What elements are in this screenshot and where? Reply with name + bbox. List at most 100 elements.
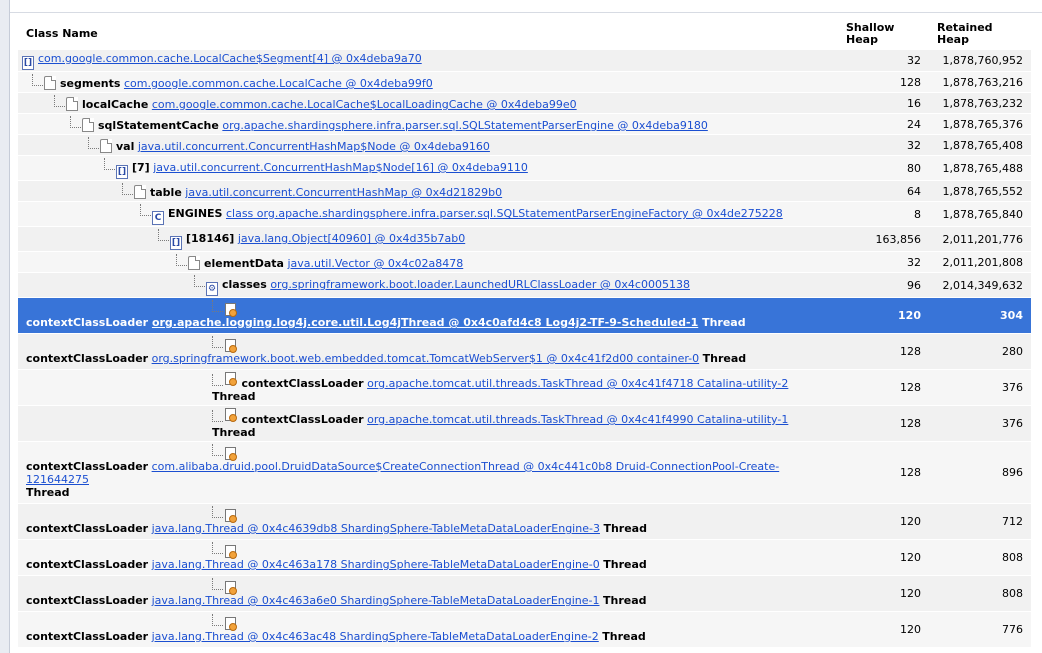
shallow-heap-cell: 64 xyxy=(838,181,929,201)
retained-heap-cell: 1,878,760,952 xyxy=(929,50,1031,71)
object-link[interactable]: org.apache.tomcat.util.threads.TaskThrea… xyxy=(367,413,788,426)
field-name: contextClassLoader xyxy=(26,594,149,607)
table-header-row: Class Name Shallow Heap Retained Heap xyxy=(18,19,1031,49)
tree-connector xyxy=(212,300,223,312)
object-link[interactable]: com.google.common.cache.LocalCache @ 0x4… xyxy=(124,77,433,90)
tree-connector xyxy=(70,116,81,128)
class-name-cell: ⚙ classes org.springframework.boot.loader… xyxy=(18,273,838,297)
retained-heap-cell: 376 xyxy=(929,370,1031,405)
object-link[interactable]: org.apache.shardingsphere.infra.parser.s… xyxy=(222,119,707,132)
table-row[interactable]: [] [18146] java.lang.Object[40960] @ 0x4d… xyxy=(18,227,1031,251)
table-row[interactable]: contextClassLoader java.lang.Thread @ 0x… xyxy=(18,612,1031,647)
column-header-class-name[interactable]: Class Name xyxy=(18,19,838,49)
class-name-cell: [] com.google.common.cache.LocalCache$Seg… xyxy=(18,50,838,71)
table-row[interactable]: contextClassLoader com.alibaba.druid.poo… xyxy=(18,442,1031,503)
thread-tag: Thread xyxy=(26,486,70,499)
class-name-cell: localCache com.google.common.cache.Local… xyxy=(18,93,838,113)
tree-connector xyxy=(194,275,205,287)
thread-tag: Thread xyxy=(702,316,746,329)
field-name: [7] xyxy=(132,161,150,174)
table-row[interactable]: contextClassLoader org.apache.tomcat.uti… xyxy=(18,406,1031,441)
class-name-cell: elementData java.util.Vector @ 0x4c02a84… xyxy=(18,252,838,272)
class-name-cell: sqlStatementCache org.apache.shardingsph… xyxy=(18,114,838,134)
field-name: contextClassLoader xyxy=(241,377,364,390)
object-link[interactable]: java.lang.Object[40960] @ 0x4d35b7ab0 xyxy=(238,232,465,245)
table-row[interactable]: contextClassLoader org.apache.tomcat.uti… xyxy=(18,370,1031,405)
column-header-shallow-heap[interactable]: Shallow Heap xyxy=(838,19,929,49)
class-name-cell: contextClassLoader java.lang.Thread @ 0x… xyxy=(18,612,838,647)
field-name: contextClassLoader xyxy=(26,460,149,473)
tree-connector xyxy=(88,137,99,149)
table-row[interactable]: contextClassLoader java.lang.Thread @ 0x… xyxy=(18,540,1031,575)
object-link[interactable]: java.lang.Thread @ 0x4c463ac48 ShardingS… xyxy=(152,630,599,643)
class-name-cell: contextClassLoader java.lang.Thread @ 0x… xyxy=(18,504,838,539)
shallow-heap-cell: 128 xyxy=(838,406,929,441)
table-row[interactable]: contextClassLoader java.lang.Thread @ 0x… xyxy=(18,504,1031,539)
thread-icon xyxy=(224,372,238,387)
class-name-cell: segments com.google.common.cache.LocalCa… xyxy=(18,72,838,92)
field-name: val xyxy=(116,140,135,153)
thread-tag: Thread xyxy=(602,630,646,643)
table-row-selected[interactable]: contextClassLoader org.apache.logging.lo… xyxy=(18,298,1031,333)
table-row[interactable]: contextClassLoader java.lang.Thread @ 0x… xyxy=(18,576,1031,611)
object-link[interactable]: java.lang.Thread @ 0x4c463a6e0 ShardingS… xyxy=(152,594,600,607)
shallow-heap-cell: 32 xyxy=(838,252,929,272)
class-name-cell: C ENGINES class org.apache.shardingsphere… xyxy=(18,202,838,226)
tree-connector xyxy=(212,614,223,626)
object-link[interactable]: class org.apache.shardingsphere.infra.pa… xyxy=(226,207,783,220)
retained-heap-cell: 376 xyxy=(929,406,1031,441)
array-icon: [] xyxy=(22,56,34,70)
table-row[interactable]: contextClassLoader org.springframework.b… xyxy=(18,334,1031,369)
table-row[interactable]: val java.util.concurrent.ConcurrentHashM… xyxy=(18,135,1031,155)
thread-tag: Thread xyxy=(212,426,256,439)
array-icon: [] xyxy=(116,165,128,179)
retained-heap-cell: 896 xyxy=(929,442,1031,503)
field-name: contextClassLoader xyxy=(26,522,149,535)
field-name: ENGINES xyxy=(168,207,223,220)
table-row[interactable]: sqlStatementCache org.apache.shardingsph… xyxy=(18,114,1031,134)
object-link[interactable]: org.springframework.boot.loader.Launched… xyxy=(270,278,690,291)
field-name: contextClassLoader xyxy=(26,352,149,365)
table-row[interactable]: elementData java.util.Vector @ 0x4c02a84… xyxy=(18,252,1031,272)
thread-icon xyxy=(224,545,238,560)
tree-connector xyxy=(212,374,223,386)
object-link[interactable]: com.google.common.cache.LocalCache$Local… xyxy=(152,98,577,111)
class-name-cell: contextClassLoader org.apache.tomcat.uti… xyxy=(18,370,838,405)
field-name: contextClassLoader xyxy=(26,316,149,329)
retained-heap-cell: 808 xyxy=(929,540,1031,575)
table-row[interactable]: C ENGINES class org.apache.shardingsphere… xyxy=(18,202,1031,226)
shallow-heap-cell: 24 xyxy=(838,114,929,134)
shallow-heap-cell: 120 xyxy=(838,298,929,333)
retained-heap-cell: 1,878,765,408 xyxy=(929,135,1031,155)
tree-connector xyxy=(54,95,65,107)
table-row[interactable]: [] [7] java.util.concurrent.ConcurrentHas… xyxy=(18,156,1031,180)
shallow-heap-cell: 128 xyxy=(838,442,929,503)
object-link[interactable]: com.google.common.cache.LocalCache$Segme… xyxy=(38,52,422,65)
class-name-cell: [] [18146] java.lang.Object[40960] @ 0x4d… xyxy=(18,227,838,251)
retained-heap-cell: 1,878,765,840 xyxy=(929,202,1031,226)
object-link[interactable]: java.lang.Thread @ 0x4c4639db8 ShardingS… xyxy=(152,522,600,535)
object-link[interactable]: org.apache.tomcat.util.threads.TaskThrea… xyxy=(367,377,788,390)
table-row[interactable]: table java.util.concurrent.ConcurrentHas… xyxy=(18,181,1031,201)
table-row[interactable]: localCache com.google.common.cache.Local… xyxy=(18,93,1031,113)
object-link[interactable]: java.lang.Thread @ 0x4c463a178 ShardingS… xyxy=(152,558,600,571)
object-link[interactable]: java.util.concurrent.ConcurrentHashMap @… xyxy=(185,186,502,199)
object-link[interactable]: java.util.Vector @ 0x4c02a8478 xyxy=(287,257,463,270)
retained-heap-cell: 304 xyxy=(929,298,1031,333)
object-icon xyxy=(66,97,80,111)
column-header-retained-heap[interactable]: Retained Heap xyxy=(929,19,1031,49)
retained-heap-cell: 2,011,201,808 xyxy=(929,252,1031,272)
table-row[interactable]: ⚙ classes org.springframework.boot.loader… xyxy=(18,273,1031,297)
object-link[interactable]: java.util.concurrent.ConcurrentHashMap$N… xyxy=(153,161,528,174)
retained-heap-cell: 776 xyxy=(929,612,1031,647)
retained-heap-cell: 2,011,201,776 xyxy=(929,227,1031,251)
table-row[interactable]: segments com.google.common.cache.LocalCa… xyxy=(18,72,1031,92)
object-icon xyxy=(188,256,202,270)
shallow-heap-cell: 8 xyxy=(838,202,929,226)
shallow-heap-cell: 120 xyxy=(838,540,929,575)
tree-connector xyxy=(212,506,223,518)
table-row[interactable]: [] com.google.common.cache.LocalCache$Seg… xyxy=(18,50,1031,71)
object-link[interactable]: java.util.concurrent.ConcurrentHashMap$N… xyxy=(138,140,490,153)
shallow-heap-cell: 120 xyxy=(838,504,929,539)
shallow-heap-cell: 128 xyxy=(838,72,929,92)
